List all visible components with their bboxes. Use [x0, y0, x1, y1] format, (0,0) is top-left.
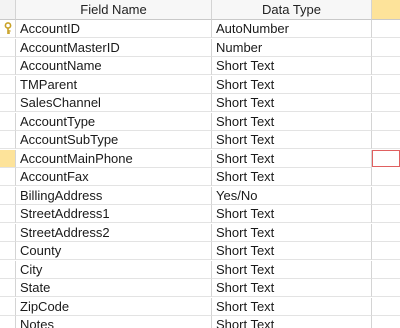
table-row[interactable]: TMParent Short Text	[0, 75, 400, 94]
primary-key-icon	[4, 22, 12, 34]
field-name-cell[interactable]: AccountName	[16, 57, 212, 75]
table-row[interactable]: ZipCode Short Text	[0, 297, 400, 316]
table-row[interactable]: County Short Text	[0, 242, 400, 260]
description-cell[interactable]	[372, 279, 400, 297]
description-cell[interactable]	[372, 187, 400, 205]
column-header-field-name[interactable]: Field Name	[16, 0, 212, 20]
description-cell[interactable]	[372, 298, 400, 316]
table-row[interactable]: StreetAddress2 Short Text	[0, 223, 400, 242]
data-type-cell[interactable]: Short Text	[212, 316, 372, 328]
description-cell[interactable]	[372, 261, 400, 279]
row-selector[interactable]	[0, 316, 16, 328]
data-type-cell[interactable]: Short Text	[212, 168, 372, 186]
field-name-cell[interactable]: StreetAddress2	[16, 223, 212, 242]
field-name-cell[interactable]: City	[16, 260, 212, 279]
row-selector[interactable]	[0, 75, 16, 94]
column-header-description[interactable]	[372, 0, 400, 20]
data-type-cell[interactable]: Short Text	[212, 57, 372, 75]
data-type-cell[interactable]: Short Text	[212, 112, 372, 131]
description-cell[interactable]	[372, 76, 400, 94]
field-name-cell[interactable]: AccountID	[16, 20, 212, 38]
table-row[interactable]: Notes Short Text	[0, 316, 400, 328]
data-type-cell[interactable]: Short Text	[212, 94, 372, 112]
row-selector[interactable]	[0, 242, 16, 260]
field-name-cell[interactable]: TMParent	[16, 75, 212, 94]
data-type-cell[interactable]: Short Text	[212, 149, 372, 168]
row-selector[interactable]	[0, 279, 16, 297]
data-type-cell[interactable]: Short Text	[212, 223, 372, 242]
field-name-cell[interactable]: AccountMasterID	[16, 38, 212, 57]
table-row[interactable]: SalesChannel Short Text	[0, 94, 400, 112]
description-cell[interactable]	[372, 316, 400, 328]
table-row[interactable]: AccountMasterID Number	[0, 38, 400, 57]
table-row[interactable]: AccountName Short Text	[0, 57, 400, 75]
grid-header: Field Name Data Type	[0, 0, 400, 20]
data-type-cell[interactable]: AutoNumber	[212, 20, 372, 38]
data-type-cell[interactable]: Short Text	[212, 242, 372, 260]
row-selector[interactable]	[0, 205, 16, 223]
table-row[interactable]: AccountSubType Short Text	[0, 131, 400, 149]
field-name-cell[interactable]: AccountSubType	[16, 131, 212, 149]
field-name-cell[interactable]: County	[16, 242, 212, 260]
header-row-selector[interactable]	[0, 0, 16, 20]
data-type-cell[interactable]: Short Text	[212, 205, 372, 223]
field-name-cell[interactable]: SalesChannel	[16, 94, 212, 112]
data-type-cell[interactable]: Short Text	[212, 260, 372, 279]
field-name-cell[interactable]: AccountMainPhone	[16, 149, 212, 168]
row-selector[interactable]	[0, 38, 16, 57]
data-type-cell[interactable]: Short Text	[212, 131, 372, 149]
row-selector[interactable]	[0, 260, 16, 279]
data-type-cell[interactable]: Short Text	[212, 75, 372, 94]
table-row[interactable]: BillingAddress Yes/No	[0, 186, 400, 205]
row-selector[interactable]	[0, 149, 16, 168]
field-name-cell[interactable]: BillingAddress	[16, 186, 212, 205]
row-selector[interactable]	[0, 223, 16, 242]
data-type-cell[interactable]: Yes/No	[212, 186, 372, 205]
table-row[interactable]: StreetAddress1 Short Text	[0, 205, 400, 223]
row-selector[interactable]	[0, 131, 16, 149]
column-header-data-type[interactable]: Data Type	[212, 0, 372, 20]
description-cell[interactable]	[372, 39, 400, 57]
description-cell[interactable]	[372, 94, 400, 112]
field-name-cell[interactable]: AccountType	[16, 112, 212, 131]
description-cell[interactable]	[372, 57, 400, 75]
field-name-cell[interactable]: State	[16, 279, 212, 297]
row-selector[interactable]	[0, 112, 16, 131]
field-name-cell[interactable]: StreetAddress1	[16, 205, 212, 223]
field-name-cell[interactable]: ZipCode	[16, 297, 212, 316]
description-cell[interactable]	[372, 168, 400, 186]
description-cell[interactable]	[372, 131, 400, 149]
description-cell[interactable]	[372, 242, 400, 260]
row-selector[interactable]	[0, 186, 16, 205]
description-cell[interactable]	[372, 113, 400, 131]
data-type-cell[interactable]: Number	[212, 38, 372, 57]
table-row[interactable]: AccountID AutoNumber	[0, 20, 400, 38]
row-selector[interactable]	[0, 20, 16, 38]
row-selector[interactable]	[0, 94, 16, 112]
description-cell[interactable]	[372, 20, 400, 38]
table-row[interactable]: AccountMainPhone Short Text	[0, 149, 400, 168]
data-type-cell[interactable]: Short Text	[212, 297, 372, 316]
description-cell[interactable]	[372, 149, 400, 167]
table-design-grid: Field Name Data Type AccountID AutoNumber…	[0, 0, 400, 328]
table-row[interactable]: AccountFax Short Text	[0, 168, 400, 186]
data-type-cell[interactable]: Short Text	[212, 279, 372, 297]
row-selector[interactable]	[0, 57, 16, 75]
field-name-cell[interactable]: Notes	[16, 316, 212, 328]
field-name-cell[interactable]: AccountFax	[16, 168, 212, 186]
row-selector[interactable]	[0, 168, 16, 186]
description-cell[interactable]	[372, 205, 400, 223]
table-row[interactable]: State Short Text	[0, 279, 400, 297]
row-selector[interactable]	[0, 297, 16, 316]
description-cell[interactable]	[372, 224, 400, 242]
table-row[interactable]: AccountType Short Text	[0, 112, 400, 131]
table-row[interactable]: City Short Text	[0, 260, 400, 279]
